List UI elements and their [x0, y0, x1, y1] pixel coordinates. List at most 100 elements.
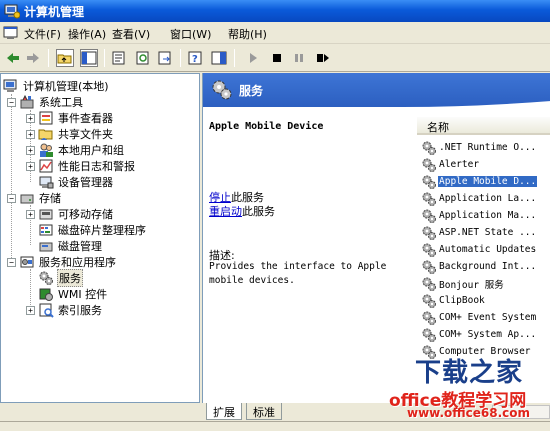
- service-row[interactable]: Apple Mobile D...: [421, 173, 550, 190]
- indexing-service-icon: [39, 303, 54, 318]
- service-gear-icon: [422, 345, 436, 359]
- service-gear-icon: [422, 209, 436, 223]
- expand-toggle[interactable]: +: [26, 161, 35, 171]
- tree-item-wmi[interactable]: WMI 控件: [38, 286, 108, 302]
- action-pane-button[interactable]: [210, 49, 228, 67]
- tree-item-storage[interactable]: − 存储: [7, 190, 62, 206]
- tree-item-shared-folders[interactable]: + 共享文件夹: [26, 126, 114, 142]
- tree-label: 系统工具: [39, 96, 83, 109]
- collapse-toggle[interactable]: −: [7, 97, 16, 107]
- tree-label: 事件查看器: [58, 112, 113, 125]
- tree-label: 设备管理器: [58, 176, 113, 189]
- tree-label: 性能日志和警报: [58, 160, 135, 173]
- start-service-button[interactable]: [244, 49, 262, 67]
- title-bar[interactable]: 计算机管理: [0, 0, 550, 22]
- expand-toggle[interactable]: +: [26, 129, 35, 139]
- tree-item-perf-logs[interactable]: + 性能日志和警报: [26, 158, 136, 174]
- service-name: Background Int...: [439, 261, 537, 272]
- service-row[interactable]: Application Ma...: [421, 207, 550, 224]
- users-icon: [40, 143, 53, 157]
- help-button[interactable]: ?: [186, 49, 204, 67]
- toolbar-separator: [180, 49, 181, 67]
- refresh-button[interactable]: [134, 49, 152, 67]
- wmi-control-icon: [39, 288, 53, 301]
- show-hide-tree-button[interactable]: [80, 49, 98, 67]
- service-row[interactable]: .NET Runtime O...: [421, 139, 550, 156]
- service-row[interactable]: Background Int...: [421, 258, 550, 275]
- shared-folder-icon: [38, 129, 53, 140]
- properties-button[interactable]: [110, 49, 128, 67]
- tree-label: 服务: [57, 269, 83, 287]
- tree-line: [11, 94, 12, 262]
- menu-file[interactable]: 文件(F): [24, 26, 61, 42]
- service-name: Computer Browser: [439, 346, 531, 357]
- menu-help[interactable]: 帮助(H): [228, 26, 267, 42]
- service-gear-icon: [422, 328, 436, 342]
- menu-view[interactable]: 查看(V): [112, 26, 150, 42]
- show-hide-tree-icon: [81, 51, 97, 65]
- service-row[interactable]: COM+ Event System: [421, 309, 550, 326]
- toolbar-separator: [48, 49, 49, 67]
- tree-item-event-viewer[interactable]: + 事件查看器: [26, 110, 114, 126]
- collapse-toggle[interactable]: −: [7, 257, 16, 267]
- up-one-level-button[interactable]: [56, 49, 74, 67]
- service-row[interactable]: Alerter: [421, 156, 550, 173]
- expand-toggle[interactable]: +: [26, 209, 35, 219]
- horizontal-scrollbar[interactable]: [492, 405, 550, 419]
- service-row[interactable]: Application La...: [421, 190, 550, 207]
- expand-toggle[interactable]: +: [26, 305, 35, 315]
- forward-button[interactable]: [24, 49, 42, 67]
- service-gear-icon: [422, 192, 436, 206]
- description-text: Provides the interface to Apple mobile d…: [209, 261, 387, 286]
- services-gear-icon: [212, 80, 232, 100]
- tree-item-defrag[interactable]: 磁盘碎片整理程序: [38, 222, 147, 238]
- pause-service-button[interactable]: [290, 49, 308, 67]
- collapse-toggle[interactable]: −: [7, 193, 16, 203]
- disk-management-icon: [39, 242, 53, 252]
- toolbar-separator: [234, 49, 235, 67]
- services-list: 名称 .NET Runtime O... Alerter Apple Mobile …: [417, 117, 550, 407]
- services-applications-icon: [20, 256, 34, 268]
- export-list-button[interactable]: [156, 49, 174, 67]
- tree-item-root[interactable]: 计算机管理(本地): [3, 78, 110, 94]
- mdi-window-icon[interactable]: [3, 25, 19, 41]
- service-name: Application Ma...: [439, 210, 537, 221]
- export-list-icon: [158, 51, 171, 65]
- tab-extended[interactable]: 扩展: [206, 403, 242, 420]
- computer-management-icon: [4, 4, 20, 19]
- stop-service-button[interactable]: [268, 49, 286, 67]
- tree-item-device-manager[interactable]: 设备管理器: [38, 174, 114, 190]
- tree-item-removable-storage[interactable]: + 可移动存储: [26, 206, 114, 222]
- restart-link-text[interactable]: 重启动: [209, 205, 242, 218]
- service-row[interactable]: Automatic Updates: [421, 241, 550, 258]
- back-arrow-icon: [7, 53, 19, 63]
- tree-item-local-users[interactable]: + 本地用户和组: [26, 142, 125, 158]
- tree-item-services-apps[interactable]: − 服务和应用程序: [7, 254, 117, 270]
- expand-toggle[interactable]: +: [26, 113, 35, 123]
- service-row[interactable]: ASP.NET State ...: [421, 224, 550, 241]
- tree-label: 服务和应用程序: [39, 256, 116, 269]
- menu-action[interactable]: 操作(A): [68, 26, 106, 42]
- service-row[interactable]: COM+ System Ap...: [421, 326, 550, 343]
- service-title: Apple Mobile Device: [209, 121, 324, 132]
- service-gear-icon: [422, 260, 436, 274]
- service-gear-icon: [422, 141, 436, 155]
- service-row[interactable]: Computer Browser: [421, 343, 550, 360]
- expand-toggle[interactable]: +: [26, 145, 35, 155]
- restart-service-link[interactable]: 重启动此服务: [209, 203, 275, 219]
- tree-label: 索引服务: [58, 304, 102, 317]
- tree-item-services[interactable]: 服务: [38, 269, 83, 287]
- restart-service-button[interactable]: [314, 49, 332, 67]
- menu-window[interactable]: 窗口(W): [170, 26, 211, 42]
- service-row[interactable]: ClipBook: [421, 292, 550, 309]
- tree-item-indexing[interactable]: + 索引服务: [26, 302, 103, 318]
- service-gear-icon: [422, 294, 436, 308]
- tree-item-system-tools[interactable]: − 系统工具: [7, 94, 84, 110]
- service-row[interactable]: Bonjour 服务: [421, 275, 550, 292]
- service-name: Automatic Updates: [439, 244, 537, 255]
- service-name: .NET Runtime O...: [439, 142, 537, 153]
- tree-item-disk-management[interactable]: 磁盘管理: [38, 238, 103, 254]
- column-header-name[interactable]: 名称: [417, 117, 550, 135]
- back-button[interactable]: [4, 49, 22, 67]
- tab-standard[interactable]: 标准: [246, 403, 282, 420]
